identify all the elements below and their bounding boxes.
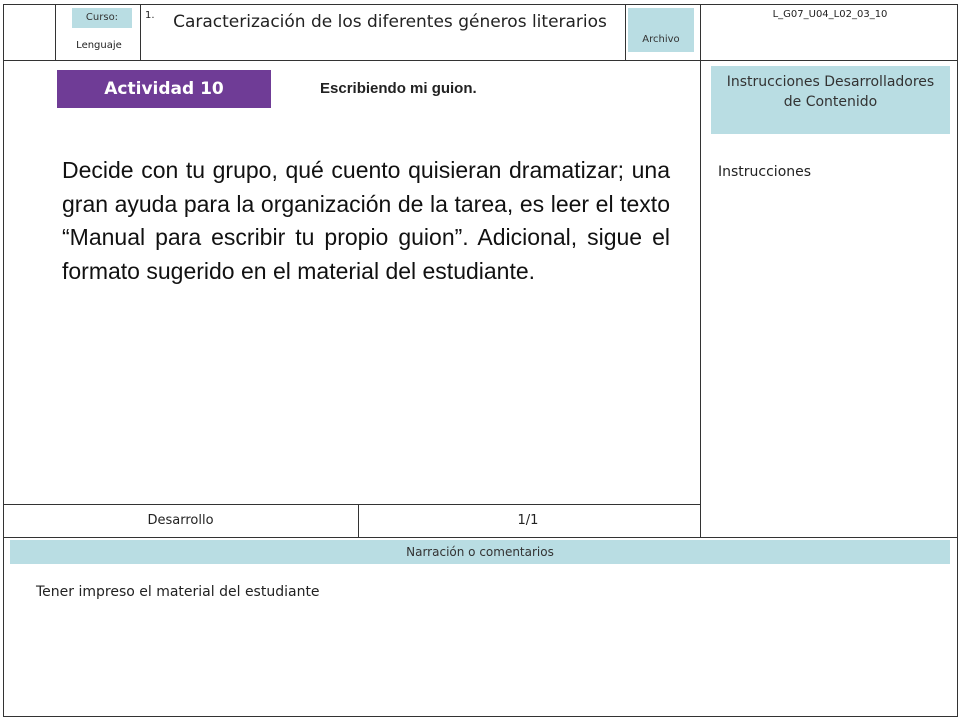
header-col-1 [55, 4, 56, 60]
header-col-3 [625, 4, 626, 60]
narration-text: Tener impreso el material del estudiante [36, 584, 320, 600]
file-code: L_G07_U04_L02_03_10 [772, 9, 888, 20]
header-col-4 [700, 4, 701, 60]
sidebar-label: Instrucciones [718, 164, 812, 180]
activity-badge-label: Actividad 10 [104, 79, 224, 99]
header-col-2 [140, 4, 141, 60]
section-label: Desarrollo [147, 513, 214, 528]
page-title: Caracterización de los diferentes género… [173, 12, 607, 32]
main-divider [700, 60, 701, 537]
title-number: 1. [145, 10, 155, 21]
footer-bar-top [3, 504, 701, 505]
footer-bar-bottom [3, 537, 958, 538]
course-value: Lenguaje [76, 40, 122, 51]
narration-header: Narración o comentarios [10, 540, 950, 564]
activity-badge: Actividad 10 [57, 70, 271, 108]
archive-button[interactable]: Archivo [628, 8, 694, 52]
course-label: Curso: [72, 8, 132, 28]
activity-body: Decide con tu grupo, qué cuento quisiera… [62, 157, 670, 284]
header-divider [3, 60, 958, 61]
page-indicator: 1/1 [517, 513, 539, 528]
archive-label: Archivo [642, 34, 680, 45]
sidebar-header: Instrucciones Desarrolladores de Conteni… [711, 66, 950, 134]
activity-subtitle: Escribiendo mi guion. [320, 80, 477, 97]
